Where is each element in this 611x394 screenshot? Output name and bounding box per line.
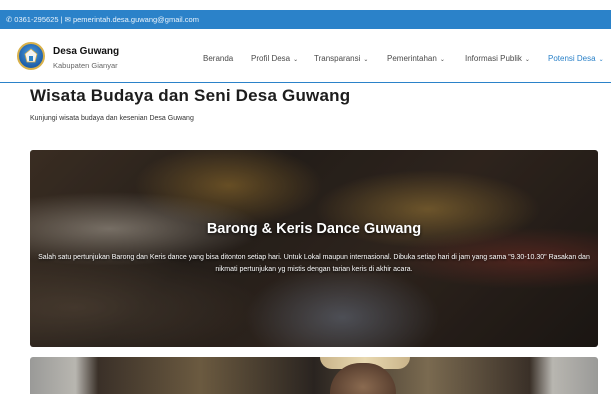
attraction-card-barong[interactable]: Barong & Keris Dance Guwang Salah satu p… xyxy=(30,150,598,347)
phone-icon: ✆ xyxy=(6,15,13,24)
nav-item-label: Profil Desa xyxy=(251,54,291,63)
brand-name[interactable]: Desa Guwang xyxy=(53,46,119,57)
nav-item-label: Transparansi xyxy=(314,54,361,63)
mail-icon: ✉ xyxy=(64,15,71,24)
chevron-down-icon: ⌄ xyxy=(363,57,369,63)
page-title: Wisata Budaya dan Seni Desa Guwang xyxy=(30,86,351,105)
card-description: Salah satu pertunjukan Barong dan Keris … xyxy=(38,254,590,273)
nav-item-beranda[interactable]: Beranda xyxy=(203,54,233,63)
chevron-down-icon: ⌄ xyxy=(524,57,530,63)
top-contact-bar: ✆ 0361-295625 | ✉ pemerintah.desa.guwang@g… xyxy=(0,10,611,29)
nav-item-label: Potensi Desa xyxy=(548,54,596,63)
nav-item-transparansi[interactable]: Transparansi ⌄ xyxy=(314,54,368,63)
chevron-down-icon: ⌄ xyxy=(293,57,299,63)
page-subtitle: Kunjungi wisata budaya dan kesenian Desa… xyxy=(30,115,194,122)
nav-item-label: Pemerintahan xyxy=(387,54,437,63)
contact-separator: | xyxy=(60,15,63,24)
card-title[interactable]: Barong & Keris Dance Guwang xyxy=(30,221,598,237)
chevron-down-icon: ⌄ xyxy=(439,57,445,63)
village-emblem-icon[interactable] xyxy=(17,42,45,70)
main-navbar: Desa Guwang Kabupaten Gianyar Beranda Pr… xyxy=(0,29,611,83)
nav-item-profil-desa[interactable]: Profil Desa ⌄ xyxy=(251,54,298,63)
nav-item-informasi-publik[interactable]: Informasi Publik ⌄ xyxy=(465,54,530,63)
attraction-card-next[interactable] xyxy=(30,357,598,394)
nav-item-pemerintahan[interactable]: Pemerintahan ⌄ xyxy=(387,54,445,63)
nav-item-label: Informasi Publik xyxy=(465,54,522,63)
card-image-overlay xyxy=(30,150,598,347)
chevron-down-icon: ⌄ xyxy=(598,57,604,63)
nav-item-label: Beranda xyxy=(203,54,234,63)
contact-phone[interactable]: 0361-295625 xyxy=(14,15,58,24)
contact-email[interactable]: pemerintah.desa.guwang@gmail.com xyxy=(73,15,199,24)
nav-item-potensi-desa[interactable]: Potensi Desa ⌄ xyxy=(548,54,604,63)
brand-subtitle: Kabupaten Gianyar xyxy=(53,61,118,70)
